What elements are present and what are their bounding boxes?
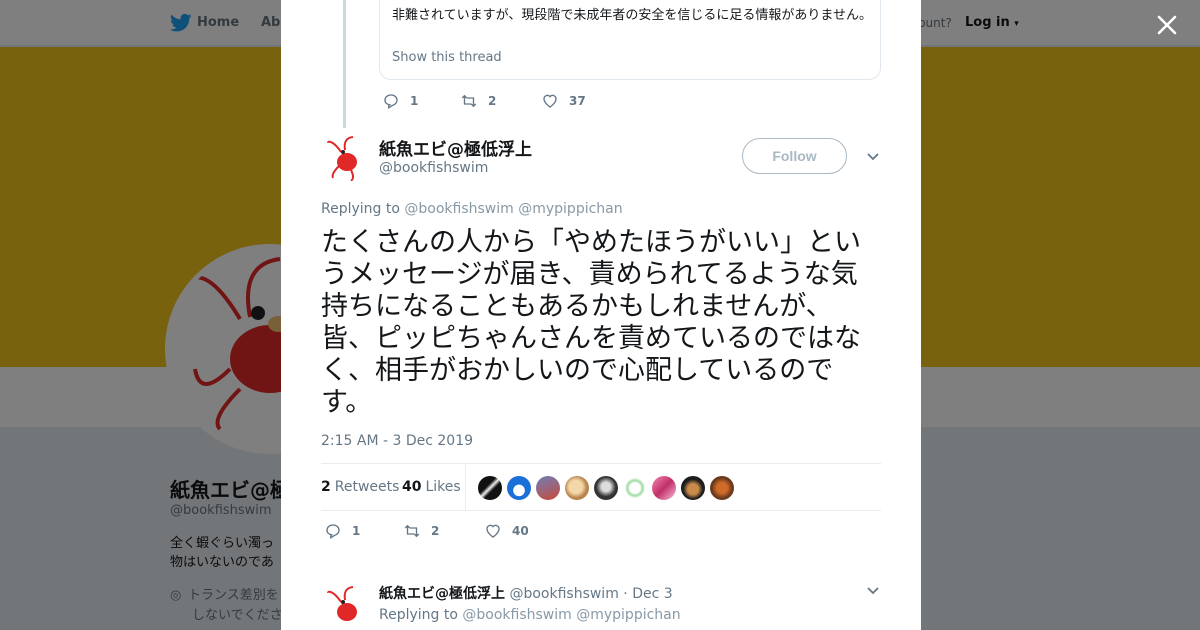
reply-count: 1 [352,524,361,538]
tweet-stats: 2 Retweets 40 Likes [321,463,881,511]
liker-avatar[interactable] [652,476,676,500]
shrimp-avatar-image [321,584,369,630]
reply-header: 紙魚エビ@極低浮上 @bookfishswim · Dec 3 [379,583,673,603]
tweet-text: たくさんの人から「やめたほうがいい」というメッセージが届き、責められてるような気… [321,227,861,418]
replying-to: Replying to @bookfishswim @mypippichan [321,201,623,217]
author-avatar[interactable] [321,134,369,182]
retweet-button[interactable]: 2 [403,522,484,540]
like-count: 40 [512,524,529,538]
like-button[interactable]: 40 [484,522,529,540]
heart-icon [486,524,500,538]
prev-tweet-actions: 1 2 37 [382,92,586,110]
likes-label: Likes [425,479,461,495]
retweet-icon [461,94,477,108]
reply-icon [384,94,398,109]
retweets-count: 2 [321,479,331,495]
stats-divider [465,464,466,511]
mention-link[interactable]: @mypippichan [576,607,680,623]
chevron-down-icon[interactable] [866,586,880,596]
quoted-tweet-text: 非難されていますが、現段階で未成年者の安全を信じるに足る情報がありません。 [392,8,872,23]
close-icon[interactable] [1154,12,1180,38]
retweet-icon [404,524,420,538]
reply-count: 1 [410,94,419,108]
liker-avatars [478,476,739,500]
shrimp-avatar-image [321,134,369,182]
heart-icon [543,94,557,108]
retweets-stat[interactable]: 2 Retweets [321,479,399,495]
quoted-tweet-card[interactable]: 非難されていますが、現段階で未成年者の安全を信じるに足る情報がありません。 Sh… [379,0,881,80]
liker-avatar[interactable] [507,476,531,500]
show-thread-link[interactable]: Show this thread [392,50,502,65]
liker-avatar[interactable] [594,476,618,500]
tweet-actions: 1 2 40 [324,522,529,540]
likes-count: 40 [402,479,422,495]
follow-button[interactable]: Follow [742,138,847,174]
like-count: 37 [569,94,586,108]
reply-date[interactable]: · Dec 3 [623,586,672,602]
retweet-count: 2 [431,524,440,538]
liker-avatar[interactable] [536,476,560,500]
retweets-label: Retweets [334,479,400,495]
liker-avatar[interactable] [681,476,705,500]
mention-link[interactable]: @bookfishswim [404,201,513,217]
reply-button[interactable]: 1 [324,522,403,540]
liker-avatar[interactable] [623,476,647,500]
liker-avatar[interactable] [710,476,734,500]
reply-author-avatar[interactable] [321,584,369,630]
replying-to-label: Replying to [321,201,400,217]
author-name[interactable]: 紙魚エビ@極低浮上 [379,135,532,160]
mention-link[interactable]: @mypippichan [518,201,622,217]
thread-connector [343,0,346,128]
author-handle[interactable]: @bookfishswim [379,160,488,176]
reply-author-handle[interactable]: @bookfishswim [509,586,618,602]
tweet-timestamp[interactable]: 2:15 AM - 3 Dec 2019 [321,433,473,449]
like-button[interactable]: 37 [541,92,586,110]
reply-author-name[interactable]: 紙魚エビ@極低浮上 [379,586,505,602]
likes-stat[interactable]: 40 Likes [402,479,461,495]
retweet-count: 2 [488,94,497,108]
liker-avatar[interactable] [565,476,589,500]
chevron-down-icon[interactable] [866,152,880,162]
replying-to-label: Replying to [379,607,458,623]
reply-replying-to: Replying to @bookfishswim @mypippichan [379,607,681,623]
reply-button[interactable]: 1 [382,92,460,110]
reply-icon [326,524,340,539]
mention-link[interactable]: @bookfishswim [462,607,571,623]
liker-avatar[interactable] [478,476,502,500]
retweet-button[interactable]: 2 [460,92,541,110]
tweet-modal: 非難されていますが、現段階で未成年者の安全を信じるに足る情報がありません。 Sh… [281,0,921,630]
